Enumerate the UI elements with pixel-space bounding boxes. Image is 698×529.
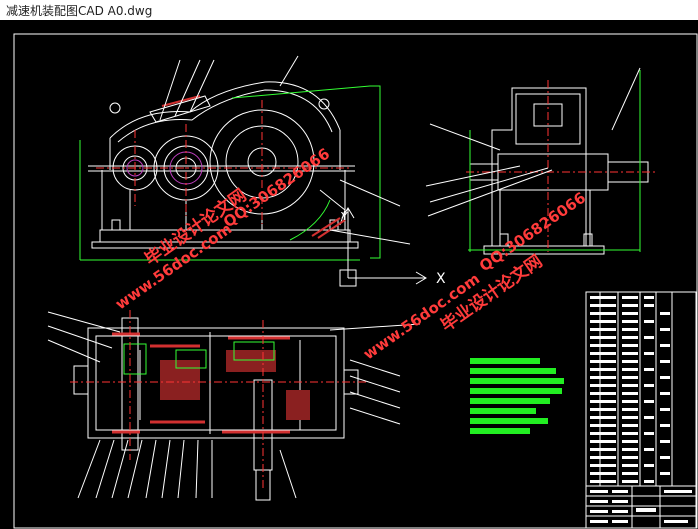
window-title: 减速机装配图CAD A0.dwg xyxy=(6,4,153,18)
window-titlebar: 减速机装配图CAD A0.dwg xyxy=(0,0,698,21)
watermark-group-b: www.56doc.com QQ:306826066 毕业设计论文网 xyxy=(360,189,589,364)
cad-model-space[interactable]: X Y www.56doc.com QQ:306826066 毕业设计论文网 w… xyxy=(0,20,698,529)
ucs-axis-icon xyxy=(339,207,427,287)
technical-notes xyxy=(470,358,564,434)
top-section-hatch xyxy=(112,332,310,434)
side-view-leaders xyxy=(425,67,641,217)
top-section-view xyxy=(73,317,359,501)
cad-drawing: X Y www.56doc.com QQ:306826066 毕业设计论文网 w… xyxy=(13,33,698,529)
side-view-centerlines xyxy=(466,80,656,252)
ucs-y-label: Y xyxy=(340,210,348,223)
ucs-x-label: X xyxy=(436,271,446,287)
watermark-group-a: www.56doc.com QQ:306826066 毕业设计论文网 xyxy=(112,145,333,314)
top-section-centerlines xyxy=(70,310,366,490)
top-section-leaders xyxy=(47,311,421,499)
parts-list-table xyxy=(585,291,697,529)
